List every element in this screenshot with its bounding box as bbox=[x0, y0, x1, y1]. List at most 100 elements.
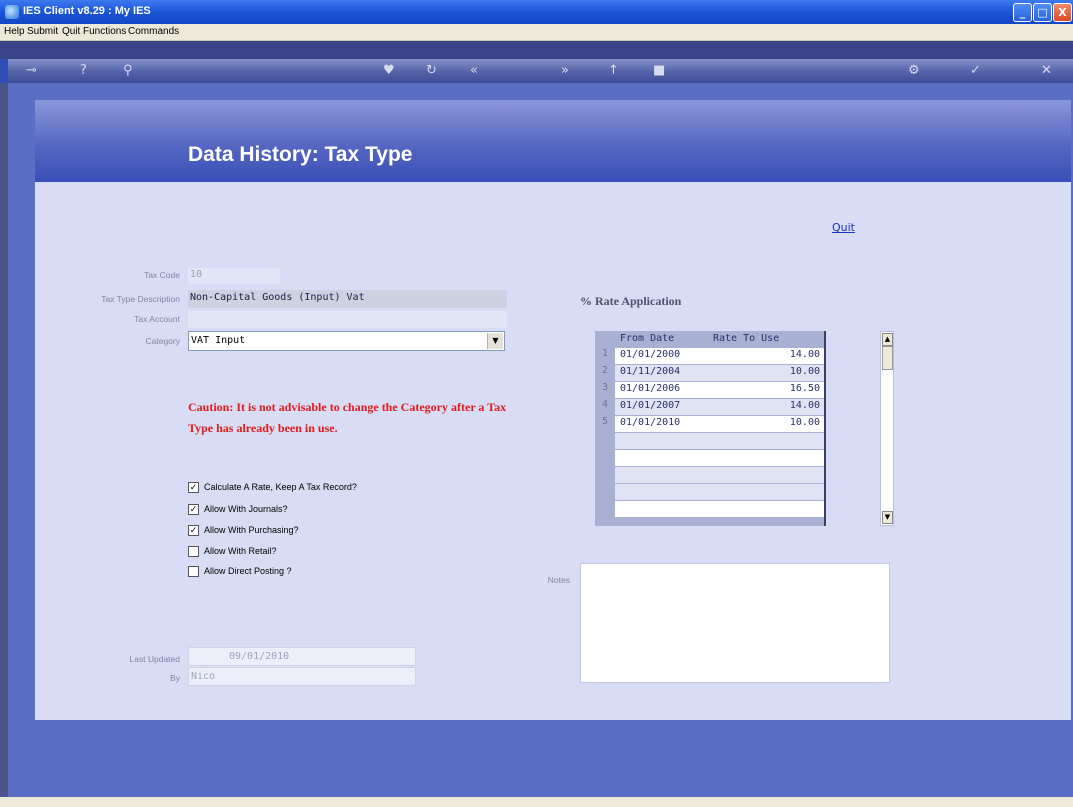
last-updated-label: Last Updated bbox=[129, 654, 180, 664]
gear-icon[interactable]: ⚙ bbox=[908, 63, 920, 78]
row-rate: 10.00 bbox=[789, 417, 820, 428]
row-index: 3 bbox=[601, 382, 609, 393]
tax-type-description-value: Non-Capital Goods (Input) Vat bbox=[190, 292, 365, 303]
minimize-button[interactable]: _ bbox=[1013, 3, 1032, 22]
checkbox-allow-direct-posting[interactable]: Allow Direct Posting ? bbox=[188, 566, 292, 578]
table-row-empty[interactable] bbox=[615, 501, 824, 517]
row-index: 4 bbox=[601, 399, 609, 410]
checkbox-box[interactable]: ✓ bbox=[188, 525, 199, 537]
close-icon[interactable]: ✕ bbox=[1041, 63, 1052, 78]
scroll-thumb[interactable] bbox=[882, 346, 893, 370]
last-updated-field: 09/01/2010 bbox=[188, 647, 416, 666]
page-header bbox=[35, 100, 1071, 182]
checkbox-box[interactable]: ✓ bbox=[188, 504, 199, 516]
row-date: 01/01/2000 bbox=[620, 349, 681, 360]
menu-help[interactable]: Help bbox=[4, 26, 25, 37]
checkbox-label: Allow With Retail? bbox=[204, 546, 277, 556]
menu-commands[interactable]: Commands bbox=[128, 26, 179, 37]
table-row-empty[interactable] bbox=[615, 433, 824, 449]
table-row-empty[interactable] bbox=[615, 484, 824, 500]
page-title: Data History: Tax Type bbox=[188, 143, 413, 166]
menu-quit[interactable]: Quit bbox=[62, 26, 80, 37]
checkbox-allow-retail[interactable]: Allow With Retail? bbox=[188, 546, 277, 558]
table-row-empty[interactable] bbox=[615, 467, 824, 483]
updated-by-field: Nico bbox=[188, 667, 416, 686]
checkbox-label: Allow With Purchasing? bbox=[204, 525, 299, 535]
updated-by-value: Nico bbox=[191, 671, 216, 682]
notes-label: Notes bbox=[547, 575, 570, 585]
checkbox-allow-purchasing[interactable]: ✓ Allow With Purchasing? bbox=[188, 525, 299, 537]
tax-code-field[interactable]: 10 bbox=[188, 268, 280, 284]
row-rate: 14.00 bbox=[789, 349, 820, 360]
tax-code-label: Tax Code bbox=[144, 270, 180, 280]
stop-icon[interactable]: ■ bbox=[653, 63, 665, 78]
category-label: Category bbox=[145, 336, 181, 346]
quit-link[interactable]: Quit bbox=[832, 221, 855, 234]
tax-account-label: Tax Account bbox=[134, 314, 180, 324]
row-date: 01/11/2004 bbox=[620, 366, 681, 377]
row-date: 01/01/2010 bbox=[620, 417, 681, 428]
help-icon[interactable]: ? bbox=[80, 63, 87, 78]
menu-functions[interactable]: Functions bbox=[83, 26, 126, 37]
category-select[interactable]: VAT Input ▼ bbox=[188, 331, 505, 351]
row-rate: 10.00 bbox=[789, 366, 820, 377]
row-index: 5 bbox=[601, 416, 609, 427]
side-strip bbox=[0, 83, 8, 797]
row-rate: 14.00 bbox=[789, 400, 820, 411]
category-value: VAT Input bbox=[191, 335, 246, 346]
notes-textarea[interactable] bbox=[580, 563, 890, 683]
table-row[interactable]: 3 01/01/2006 16.50 bbox=[602, 382, 824, 398]
table-row[interactable]: 5 01/01/2010 10.00 bbox=[602, 416, 824, 432]
search-icon[interactable]: ⚲ bbox=[123, 63, 133, 78]
rate-table-header: From Date Rate To Use bbox=[615, 331, 824, 347]
toolbar-top-strip bbox=[0, 41, 1073, 59]
table-row[interactable]: 4 01/01/2007 14.00 bbox=[602, 399, 824, 415]
scroll-up-icon[interactable]: ▲ bbox=[882, 333, 893, 346]
tax-account-field[interactable] bbox=[188, 311, 507, 328]
forward-icon[interactable]: » bbox=[561, 63, 569, 78]
col-from-date: From Date bbox=[620, 333, 675, 344]
col-rate-to-use: Rate To Use bbox=[713, 333, 780, 344]
chevron-down-icon[interactable]: ▼ bbox=[487, 333, 503, 349]
window-title-bar: IES Client v8.29 : My IES _ □ X bbox=[0, 0, 1073, 24]
menu-submit[interactable]: Submit bbox=[27, 26, 58, 37]
rate-table-scrollbar[interactable]: ▲ ▼ bbox=[880, 331, 894, 526]
checkbox-box[interactable] bbox=[188, 546, 199, 558]
last-updated-value: 09/01/2010 bbox=[229, 651, 290, 662]
scroll-down-icon[interactable]: ▼ bbox=[882, 511, 893, 524]
checkbox-label: Calculate A Rate, Keep A Tax Record? bbox=[204, 482, 357, 492]
toolbar: ⊸ ? ⚲ ♥ ↻ « » ↑ ■ ⚙ ✓ ✕ bbox=[8, 59, 1073, 83]
rate-application-title: % Rate Application bbox=[580, 294, 682, 308]
checkbox-box[interactable] bbox=[188, 566, 199, 578]
status-bar bbox=[0, 797, 1073, 807]
tax-type-description-label: Tax Type Description bbox=[101, 294, 180, 304]
row-rate: 16.50 bbox=[789, 383, 820, 394]
rewind-icon[interactable]: « bbox=[470, 63, 478, 78]
row-index: 2 bbox=[601, 365, 609, 376]
window-title: IES Client v8.29 : My IES bbox=[23, 5, 151, 17]
checkbox-calculate-rate[interactable]: ✓ Calculate A Rate, Keep A Tax Record? bbox=[188, 482, 357, 494]
menu-bar: Help Submit Quit Functions Commands bbox=[0, 24, 1073, 41]
key-icon[interactable]: ⊸ bbox=[26, 63, 37, 78]
rate-table: From Date Rate To Use 1 01/01/2000 14.00… bbox=[595, 331, 826, 526]
refresh-icon[interactable]: ↻ bbox=[426, 63, 437, 78]
updated-by-label: By bbox=[170, 673, 180, 683]
check-icon[interactable]: ✓ bbox=[970, 63, 981, 78]
table-row-empty[interactable] bbox=[615, 450, 824, 466]
close-window-button[interactable]: X bbox=[1053, 3, 1072, 22]
checkbox-allow-journals[interactable]: ✓ Allow With Journals? bbox=[188, 504, 288, 516]
heart-icon[interactable]: ♥ bbox=[383, 63, 395, 78]
maximize-button[interactable]: □ bbox=[1033, 3, 1052, 22]
checkbox-box[interactable]: ✓ bbox=[188, 482, 199, 494]
up-icon[interactable]: ↑ bbox=[608, 63, 619, 78]
checkbox-label: Allow Direct Posting ? bbox=[204, 566, 292, 576]
caution-message: Caution: It is not advisable to change t… bbox=[188, 400, 507, 435]
tax-type-description-field[interactable]: Non-Capital Goods (Input) Vat bbox=[188, 290, 507, 308]
table-divider bbox=[824, 331, 826, 526]
app-icon bbox=[5, 5, 19, 19]
table-row[interactable]: 2 01/11/2004 10.00 bbox=[602, 365, 824, 381]
table-row[interactable]: 1 01/01/2000 14.00 bbox=[602, 348, 824, 364]
checkbox-label: Allow With Journals? bbox=[204, 504, 288, 514]
row-date: 01/01/2007 bbox=[620, 400, 681, 411]
row-date: 01/01/2006 bbox=[620, 383, 681, 394]
